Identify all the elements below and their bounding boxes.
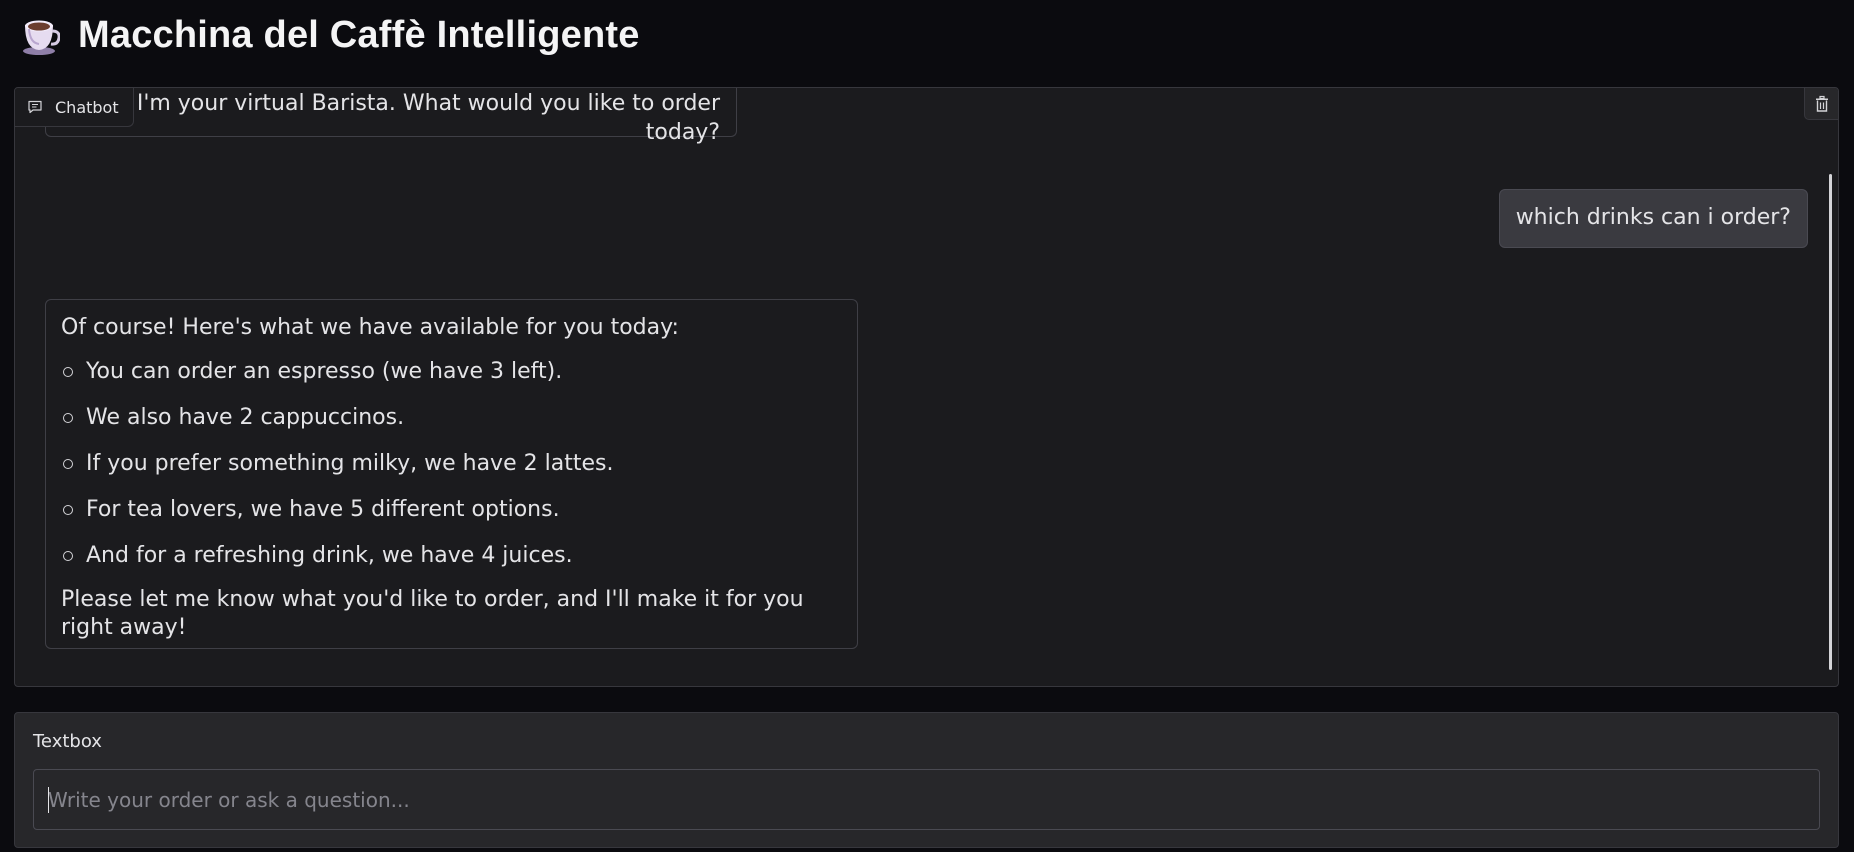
list-item-text: And for a refreshing drink, we have 4 ju…: [86, 542, 573, 568]
list-item-text: If you prefer something milky, we have 2…: [86, 450, 614, 476]
list-item-text: For tea lovers, we have 5 different opti…: [86, 496, 560, 522]
chatbot-label-text: Chatbot: [55, 97, 119, 117]
chatbot-label: Chatbot: [15, 88, 134, 127]
bullet-circle-icon: [63, 551, 73, 562]
list-item-text: You can order an espresso (we have 3 lef…: [86, 358, 563, 384]
bullet-circle-icon: [63, 367, 73, 378]
bullet-circle-icon: [63, 459, 73, 470]
chat-bubble-icon: [28, 100, 42, 114]
page-title: Macchina del Caffè Intelligente: [78, 14, 640, 56]
user-message: which drinks can i order?: [1498, 189, 1808, 248]
list-item: If you prefer something milky, we have 2…: [61, 448, 842, 481]
bullet-circle-icon: [63, 413, 73, 424]
list-item-text: We also have 2 cappuccinos.: [86, 404, 405, 430]
list-item: And for a refreshing drink, we have 4 ju…: [61, 540, 842, 573]
textbox-panel: Textbox: [14, 712, 1839, 848]
message-outro: Please let me know what you'd like to or…: [61, 586, 804, 641]
message-text: which drinks can i order?: [1515, 205, 1791, 231]
message-text: I'm your virtual Barista. What would you…: [136, 91, 720, 145]
bullet-circle-icon: [63, 505, 73, 516]
drink-list: You can order an espresso (we have 3 lef…: [61, 356, 842, 573]
chat-scrollbar[interactable]: [1829, 174, 1832, 670]
bot-message: I'm your virtual Barista. What would you…: [45, 88, 737, 145]
textbox-label: Textbox: [33, 731, 102, 752]
trash-icon: [1815, 95, 1828, 112]
app-header: Macchina del Caffè Intelligente: [20, 14, 640, 57]
list-item: You can order an espresso (we have 3 lef…: [61, 356, 842, 389]
list-item: We also have 2 cappuccinos.: [61, 402, 842, 435]
chatbot-panel[interactable]: Chatbot I'm your virtual Barista. What w…: [14, 87, 1839, 687]
clear-chat-button[interactable]: [1804, 88, 1838, 120]
coffee-cup-icon: [23, 20, 60, 55]
bot-message: Of course! Here's what we have available…: [45, 299, 858, 649]
order-input[interactable]: [33, 769, 1820, 830]
text-caret: [48, 787, 49, 813]
list-item: For tea lovers, we have 5 different opti…: [61, 494, 842, 527]
message-intro: Of course! Here's what we have available…: [61, 315, 679, 340]
